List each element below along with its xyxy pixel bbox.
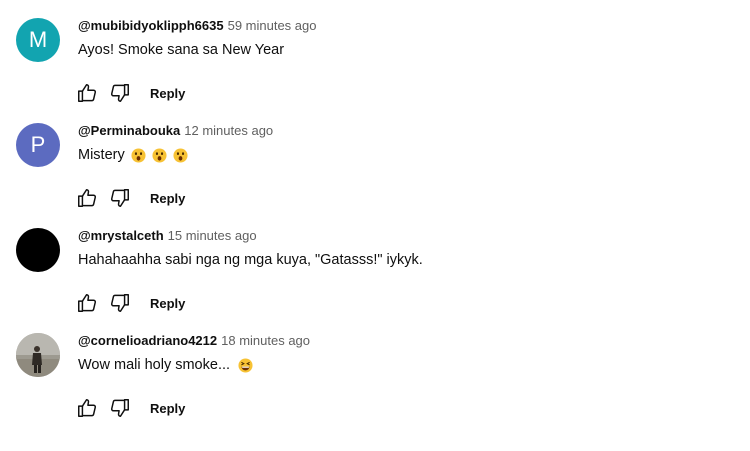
avatar[interactable]: P [16,123,60,167]
comment-item: P @Perminabouka 12 minutes ago Mistery R… [0,123,750,228]
comment-actions: Reply [75,291,185,315]
comment-text: Hahahaahha sabi nga ng mga kuya, "Gatass… [78,252,423,268]
comment-author[interactable]: @cornelioadriano4212 [78,333,217,348]
thumbs-up-icon [78,294,97,312]
comment-text: Wow mali holy smoke... [78,357,231,373]
comment-timestamp[interactable]: 18 minutes ago [221,333,310,348]
like-button[interactable] [75,81,99,105]
avatar-letter: P [30,132,46,157]
comment-author[interactable]: @mrystalceth [78,228,164,243]
avatar[interactable]: M [16,18,60,62]
comment-item: @cornelioadriano4212 18 minutes ago Wow … [0,333,750,438]
comment-actions: Reply [75,81,185,105]
thumbs-down-icon [110,294,129,312]
comment-actions: Reply [75,396,185,420]
grinning-squinting-face-emoji [238,357,253,373]
avatar[interactable] [16,228,60,272]
dislike-button[interactable] [108,291,132,315]
comment-actions: Reply [75,186,185,210]
thumbs-down-icon [110,399,129,417]
comment-timestamp[interactable]: 59 minutes ago [228,18,317,33]
like-button[interactable] [75,186,99,210]
comment-text: Mistery [78,147,125,163]
comment-text: Ayos! Smoke sana sa New Year [78,42,285,58]
dislike-button[interactable] [108,186,132,210]
reply-button[interactable]: Reply [150,401,185,416]
reply-button[interactable]: Reply [150,296,185,311]
dislike-button[interactable] [108,81,132,105]
astonished-face-emoji [152,147,167,163]
reply-button[interactable]: Reply [150,191,185,206]
comment-author[interactable]: @Perminabouka [78,123,180,138]
reply-button[interactable]: Reply [150,86,185,101]
comment-item: @mrystalceth 15 minutes ago Hahahaahha s… [0,228,750,333]
profile-photo-image [16,333,60,377]
avatar-letter: M [28,27,48,52]
comment-text-row: Wow mali holy smoke... [78,357,253,373]
comment-header: @mrystalceth 15 minutes ago [78,228,257,246]
avatar[interactable] [16,333,60,377]
comment-text-row: Hahahaahha sabi nga ng mga kuya, "Gatass… [78,252,423,268]
comment-header: @mubibidyoklipph6635 59 minutes ago [78,18,317,36]
comment-timestamp[interactable]: 15 minutes ago [168,228,257,243]
thumbs-up-icon [78,399,97,417]
astonished-face-emoji [131,147,146,163]
comment-header: @Perminabouka 12 minutes ago [78,123,273,141]
comment-timestamp[interactable]: 12 minutes ago [184,123,273,138]
like-button[interactable] [75,396,99,420]
like-button[interactable] [75,291,99,315]
thumbs-down-icon [110,84,129,102]
thumbs-up-icon [78,84,97,102]
dislike-button[interactable] [108,396,132,420]
comment-author[interactable]: @mubibidyoklipph6635 [78,18,224,33]
comment-text-row: Ayos! Smoke sana sa New Year [78,42,284,58]
comment-header: @cornelioadriano4212 18 minutes ago [78,333,310,351]
comment-text-row: Mistery [78,147,188,163]
thumbs-up-icon [78,189,97,207]
astonished-face-emoji [173,147,188,163]
comment-item: M @mubibidyoklipph6635 59 minutes ago Ay… [0,18,750,123]
thumbs-down-icon [110,189,129,207]
